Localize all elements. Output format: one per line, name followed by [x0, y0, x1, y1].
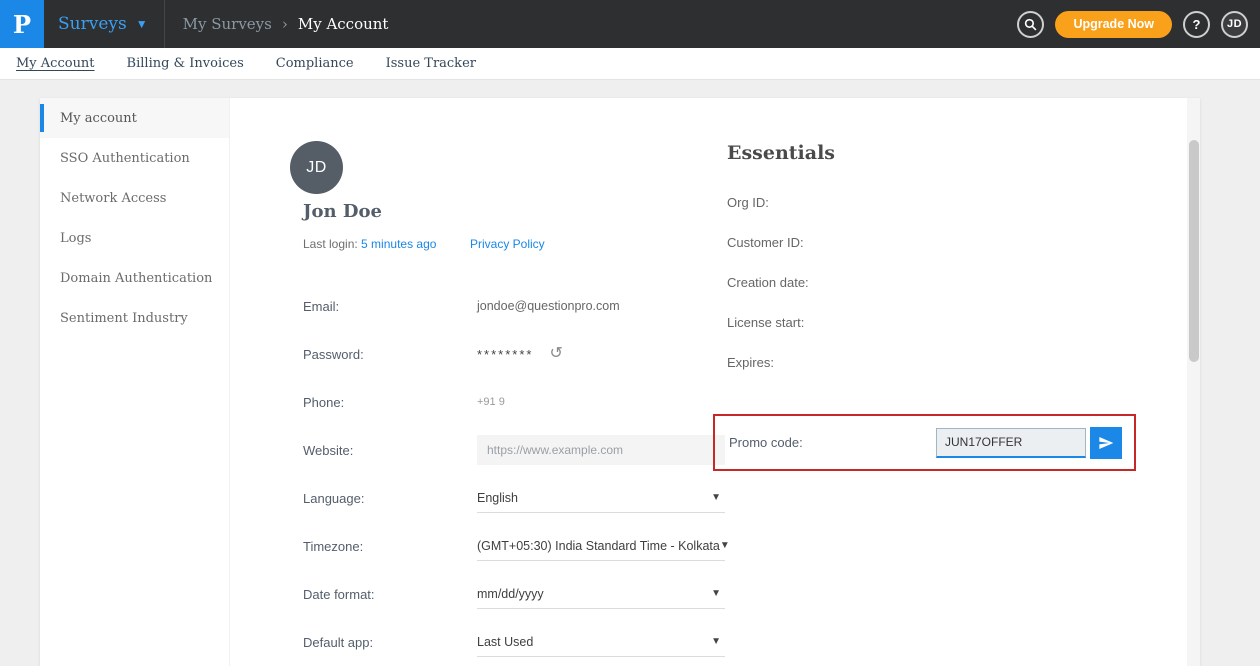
language-row: Language: English ▼ — [303, 474, 725, 522]
password-row: Password: ******** ↺ — [303, 330, 725, 378]
sidebar-item-label: Domain Authentication — [60, 271, 212, 286]
privacy-policy-link[interactable]: Privacy Policy — [470, 237, 545, 251]
breadcrumb: My Surveys › My Account — [183, 15, 389, 33]
profile-avatar: JD — [290, 141, 343, 194]
timezone-select[interactable]: (GMT+05:30) India Standard Time - Kolkat… — [477, 531, 725, 561]
chevron-down-icon[interactable]: ▼ — [136, 17, 148, 31]
topbar-divider — [164, 0, 165, 48]
email-label: Email: — [303, 299, 477, 314]
vertical-scrollbar[interactable] — [1187, 98, 1200, 666]
sidebar-item-my-account[interactable]: My account — [40, 98, 229, 138]
language-select[interactable]: English ▼ — [477, 483, 725, 513]
last-login-link[interactable]: 5 minutes ago — [361, 237, 436, 251]
email-row: Email: jondoe@questionpro.com — [303, 282, 725, 330]
tab-issue-tracker[interactable]: Issue Tracker — [386, 56, 476, 71]
promo-code-highlight-box: Promo code: — [713, 414, 1136, 471]
breadcrumb-separator: › — [282, 15, 288, 33]
website-label: Website: — [303, 443, 477, 458]
sidebar-item-label: My account — [60, 111, 137, 126]
phone-row: Phone: +91 9 — [303, 378, 725, 426]
website-input[interactable] — [477, 435, 725, 465]
top-navigation-bar: P Surveys ▼ My Surveys › My Account Upgr… — [0, 0, 1260, 48]
timezone-row: Timezone: (GMT+05:30) India Standard Tim… — [303, 522, 725, 570]
org-id-label: Org ID: — [727, 182, 809, 222]
topbar-actions: Upgrade Now ? JD — [1017, 11, 1260, 38]
product-switcher[interactable]: Surveys — [58, 14, 127, 34]
search-icon — [1024, 18, 1037, 31]
language-selected-value: English — [477, 491, 518, 505]
timezone-selected-value: (GMT+05:30) India Standard Time - Kolkat… — [477, 539, 720, 553]
sidebar-item-label: Sentiment Industry — [60, 311, 188, 326]
upgrade-now-button[interactable]: Upgrade Now — [1055, 11, 1172, 38]
date-format-selected-value: mm/dd/yyyy — [477, 587, 544, 601]
phone-value: +91 9 — [477, 396, 725, 408]
account-settings-card: My account SSO Authentication Network Ac… — [40, 98, 1200, 666]
timezone-label: Timezone: — [303, 539, 477, 554]
settings-sidebar: My account SSO Authentication Network Ac… — [40, 98, 230, 666]
chevron-down-icon: ▼ — [711, 636, 725, 647]
license-start-label: License start: — [727, 302, 809, 342]
account-form: Email: jondoe@questionpro.com Password: … — [303, 282, 725, 666]
sidebar-item-sso-authentication[interactable]: SSO Authentication — [40, 138, 229, 178]
scrollbar-thumb[interactable] — [1189, 140, 1199, 362]
password-masked-value: ******** — [477, 347, 533, 362]
user-avatar-menu[interactable]: JD — [1221, 11, 1248, 38]
last-login-row: Last login: 5 minutes ago — [303, 237, 436, 251]
breadcrumb-parent[interactable]: My Surveys — [183, 15, 272, 33]
sidebar-item-logs[interactable]: Logs — [40, 218, 229, 258]
profile-name: Jon Doe — [303, 201, 382, 222]
sidebar-item-sentiment-industry[interactable]: Sentiment Industry — [40, 298, 229, 338]
chevron-down-icon: ▼ — [711, 588, 725, 599]
password-label: Password: — [303, 347, 477, 362]
customer-id-label: Customer ID: — [727, 222, 809, 262]
default-app-row: Default app: Last Used ▼ — [303, 618, 725, 666]
default-app-selected-value: Last Used — [477, 635, 533, 649]
language-label: Language: — [303, 491, 477, 506]
tab-compliance[interactable]: Compliance — [276, 56, 354, 71]
date-format-row: Date format: mm/dd/yyyy ▼ — [303, 570, 725, 618]
phone-label: Phone: — [303, 395, 477, 410]
default-app-label: Default app: — [303, 635, 477, 650]
website-row: Website: — [303, 426, 725, 474]
date-format-select[interactable]: mm/dd/yyyy ▼ — [477, 579, 725, 609]
help-icon: ? — [1193, 17, 1201, 32]
creation-date-label: Creation date: — [727, 262, 809, 302]
chevron-down-icon: ▼ — [711, 492, 725, 503]
tab-billing-invoices[interactable]: Billing & Invoices — [127, 56, 244, 71]
secondary-tab-bar: My Account Billing & Invoices Compliance… — [0, 48, 1260, 80]
apply-promo-button[interactable] — [1090, 427, 1122, 459]
help-button[interactable]: ? — [1183, 11, 1210, 38]
breadcrumb-current: My Account — [298, 15, 389, 33]
essentials-fields: Org ID: Customer ID: Creation date: Lice… — [727, 182, 809, 382]
search-button[interactable] — [1017, 11, 1044, 38]
sidebar-item-domain-authentication[interactable]: Domain Authentication — [40, 258, 229, 298]
sidebar-item-label: Logs — [60, 231, 91, 246]
expires-label: Expires: — [727, 342, 809, 382]
last-login-label: Last login: — [303, 237, 358, 251]
logo-letter: P — [13, 10, 31, 39]
tab-my-account[interactable]: My Account — [16, 56, 95, 71]
promo-code-label: Promo code: — [729, 435, 803, 450]
essentials-title: Essentials — [727, 142, 835, 164]
sidebar-item-label: Network Access — [60, 191, 166, 206]
send-icon — [1098, 435, 1114, 451]
questionpro-logo[interactable]: P — [0, 0, 44, 48]
password-reset-icon[interactable]: ↺ — [549, 346, 562, 362]
promo-code-input[interactable] — [936, 428, 1086, 458]
sidebar-item-label: SSO Authentication — [60, 151, 190, 166]
avatar-initials: JD — [1227, 18, 1242, 30]
chevron-down-icon: ▼ — [720, 540, 734, 551]
default-app-select[interactable]: Last Used ▼ — [477, 627, 725, 657]
email-value: jondoe@questionpro.com — [477, 299, 725, 313]
avatar-initials: JD — [306, 159, 327, 177]
date-format-label: Date format: — [303, 587, 477, 602]
sidebar-item-network-access[interactable]: Network Access — [40, 178, 229, 218]
